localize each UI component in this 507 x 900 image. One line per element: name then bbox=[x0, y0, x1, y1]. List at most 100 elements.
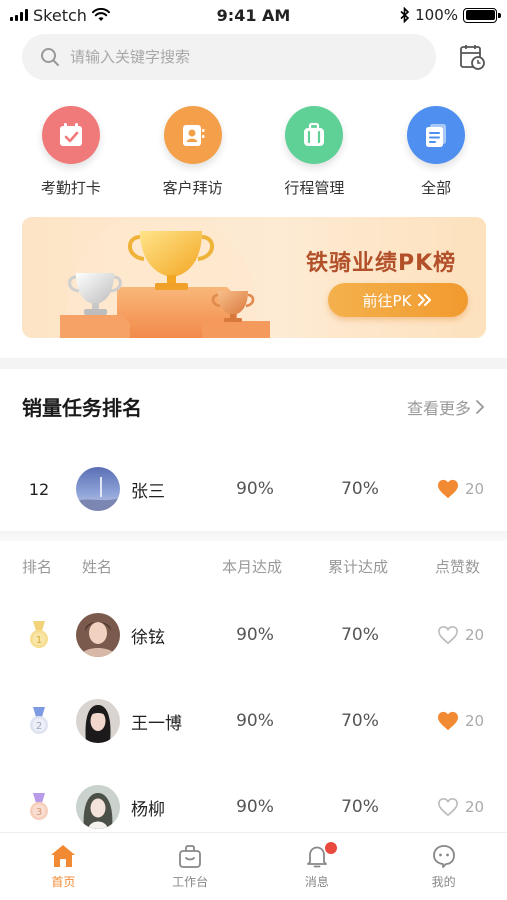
tab-label: 首页 bbox=[51, 875, 76, 889]
month-rate: 90% bbox=[236, 625, 274, 645]
col-month: 本月达成 bbox=[222, 558, 283, 576]
trophy-illustration bbox=[60, 217, 270, 338]
col-likes: 点赞数 bbox=[435, 558, 481, 576]
total-rate: 70% bbox=[341, 711, 379, 731]
itinerary-icon-circle bbox=[285, 106, 344, 164]
tab-messages[interactable]: 消息 bbox=[277, 842, 357, 900]
calendar-clock-button[interactable] bbox=[457, 42, 487, 72]
home-icon bbox=[51, 845, 76, 867]
section-divider bbox=[0, 358, 507, 369]
tab-label: 工作台 bbox=[172, 875, 209, 889]
briefcase-icon bbox=[179, 845, 202, 868]
svg-text:1: 1 bbox=[36, 635, 42, 646]
calendar-clock-icon bbox=[460, 45, 485, 70]
month-rate: 90% bbox=[236, 711, 274, 731]
like-button[interactable]: 20 bbox=[437, 711, 484, 731]
bronze-medal-icon: 3 bbox=[22, 792, 56, 822]
silver-medal-icon: 2 bbox=[22, 706, 56, 736]
quick-entry-grid: 考勤打卡 客户拜访 行程管理 全部 bbox=[0, 106, 507, 198]
bottom-tab-bar: 首页 工作台 消息 我的 bbox=[0, 832, 507, 900]
like-button[interactable]: 20 bbox=[437, 625, 484, 645]
col-total: 累计达成 bbox=[328, 558, 389, 576]
col-rank: 排名 bbox=[22, 558, 53, 576]
go-pk-button[interactable]: 前往PK bbox=[328, 283, 468, 317]
quick-entry-attendance[interactable]: 考勤打卡 bbox=[16, 106, 126, 198]
like-button[interactable]: 20 bbox=[437, 479, 484, 499]
total-rate: 70% bbox=[341, 479, 379, 499]
notification-badge bbox=[324, 842, 337, 854]
heart-filled-icon bbox=[438, 711, 458, 731]
quick-entry-label: 考勤打卡 bbox=[40, 179, 101, 197]
heart-filled-icon bbox=[438, 479, 458, 499]
heart-outline-icon bbox=[438, 797, 458, 817]
member-name: 徐铉 bbox=[131, 627, 165, 648]
heart-outline-icon bbox=[438, 625, 458, 645]
all-icon-circle bbox=[407, 106, 466, 164]
quick-entry-itinerary[interactable]: 行程管理 bbox=[259, 106, 369, 198]
tab-label: 我的 bbox=[431, 875, 456, 889]
calendar-check-icon bbox=[59, 123, 82, 146]
ranking-header: 销量任务排名 查看更多 bbox=[22, 392, 485, 421]
search-icon bbox=[41, 48, 59, 66]
go-pk-label: 前往PK bbox=[362, 291, 412, 310]
my-ranking-row[interactable]: 12 张三 90% 70% 20 bbox=[0, 454, 507, 524]
col-name: 姓名 bbox=[82, 558, 113, 576]
svg-text:3: 3 bbox=[36, 807, 42, 818]
view-more-link[interactable]: 查看更多 bbox=[407, 395, 485, 419]
section-gap bbox=[0, 531, 507, 541]
attendance-icon-circle bbox=[41, 106, 100, 164]
view-more-label: 查看更多 bbox=[406, 398, 471, 418]
signal-icon bbox=[10, 9, 28, 21]
total-rate: 70% bbox=[341, 625, 379, 645]
quick-entry-label: 客户拜访 bbox=[162, 179, 223, 197]
member-name: 王一博 bbox=[131, 713, 182, 734]
tab-home[interactable]: 首页 bbox=[23, 843, 103, 900]
contact-card-icon bbox=[182, 125, 205, 146]
avatar bbox=[76, 467, 120, 511]
tab-workbench[interactable]: 工作台 bbox=[150, 843, 230, 900]
table-row[interactable]: 1 徐铉 90% 70% 20 bbox=[0, 600, 507, 670]
double-chevron-right-icon bbox=[418, 294, 432, 306]
gold-medal-icon: 1 bbox=[22, 620, 56, 650]
svg-text:2: 2 bbox=[36, 721, 42, 732]
banner-title: 铁骑业绩PK榜 bbox=[306, 251, 457, 276]
like-count: 20 bbox=[465, 798, 485, 816]
status-right: 100% bbox=[400, 6, 501, 24]
ranking-title: 销量任务排名 bbox=[22, 396, 142, 420]
ranking-table-header: 排名 姓名 本月达成 累计达成 点赞数 bbox=[0, 556, 507, 580]
wifi-icon bbox=[91, 8, 110, 21]
bluetooth-icon bbox=[400, 7, 410, 23]
member-name: 杨柳 bbox=[131, 799, 165, 820]
battery-icon bbox=[463, 7, 501, 23]
like-count: 20 bbox=[465, 712, 485, 730]
avatar bbox=[76, 699, 120, 743]
pk-banner[interactable]: 铁骑业绩PK榜 前往PK bbox=[22, 217, 486, 338]
like-count: 20 bbox=[465, 626, 485, 644]
total-rate: 70% bbox=[341, 797, 379, 817]
quick-entry-label: 全部 bbox=[421, 179, 452, 197]
search-input[interactable] bbox=[70, 48, 390, 66]
battery-label: 100% bbox=[415, 6, 458, 24]
document-icon bbox=[426, 124, 447, 147]
avatar bbox=[76, 785, 120, 829]
rank-number: 12 bbox=[28, 479, 50, 499]
quick-entry-customer-visit[interactable]: 客户拜访 bbox=[138, 106, 248, 198]
tab-profile[interactable]: 我的 bbox=[404, 843, 484, 900]
status-time: 9:41 AM bbox=[216, 5, 291, 25]
like-button[interactable]: 20 bbox=[437, 797, 484, 817]
like-count: 20 bbox=[465, 480, 485, 498]
status-left: Sketch bbox=[10, 6, 110, 25]
customer-visit-icon-circle bbox=[163, 106, 222, 164]
profile-face-icon bbox=[432, 845, 455, 868]
month-rate: 90% bbox=[236, 797, 274, 817]
status-bar: Sketch 9:41 AM 100% bbox=[0, 0, 507, 30]
search-box[interactable] bbox=[22, 34, 436, 80]
member-name: 张三 bbox=[131, 481, 165, 502]
avatar bbox=[76, 613, 120, 657]
search-row bbox=[22, 34, 487, 80]
suitcase-icon bbox=[304, 122, 325, 146]
table-row[interactable]: 2 王一博 90% 70% 20 bbox=[0, 686, 507, 756]
month-rate: 90% bbox=[236, 479, 274, 499]
quick-entry-label: 行程管理 bbox=[284, 179, 345, 197]
quick-entry-all[interactable]: 全部 bbox=[381, 106, 491, 198]
